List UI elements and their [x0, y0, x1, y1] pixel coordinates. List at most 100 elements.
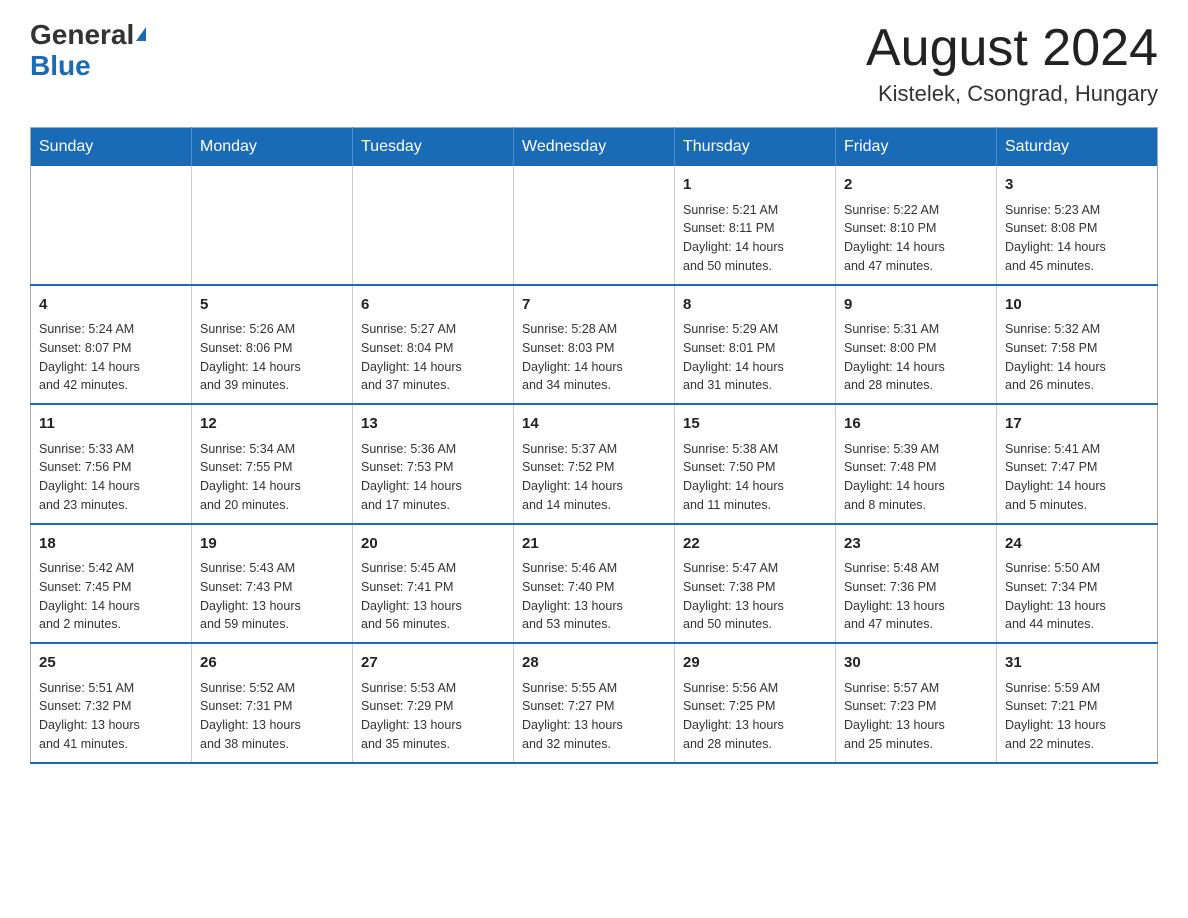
day-number: 22 [683, 533, 827, 556]
logo-text: GeneralBlue [30, 20, 146, 82]
day-info: Sunrise: 5:42 AMSunset: 7:45 PMDaylight:… [39, 559, 183, 634]
weekday-header-friday: Friday [836, 128, 997, 167]
calendar-cell: 9Sunrise: 5:31 AMSunset: 8:00 PMDaylight… [836, 285, 997, 405]
day-info: Sunrise: 5:22 AMSunset: 8:10 PMDaylight:… [844, 201, 988, 276]
calendar-cell: 22 Sunrise: 5:47 AMSunset: 7:38 PMDayligh… [675, 524, 836, 644]
weekday-header-wednesday: Wednesday [514, 128, 675, 167]
day-info: Sunrise: 5:50 AMSunset: 7:34 PMDaylight:… [1005, 559, 1149, 634]
day-number: 10 [1005, 294, 1149, 317]
calendar-cell: 14 Sunrise: 5:37 AMSunset: 7:52 PMDayligh… [514, 404, 675, 524]
calendar-cell: 31Sunrise: 5:59 AMSunset: 7:21 PMDayligh… [997, 643, 1158, 763]
calendar-cell: 19 Sunrise: 5:43 AMSunset: 7:43 PMDayligh… [192, 524, 353, 644]
day-info: Sunrise: 5:52 AMSunset: 7:31 PMDaylight:… [200, 679, 344, 754]
month-title: August 2024 [866, 20, 1158, 77]
day-info: Sunrise: 5:53 AMSunset: 7:29 PMDaylight:… [361, 679, 505, 754]
day-number: 18 [39, 533, 183, 556]
day-number: 30 [844, 652, 988, 675]
calendar-cell [192, 166, 353, 285]
calendar-cell [353, 166, 514, 285]
day-info: Sunrise: 5:24 AMSunset: 8:07 PMDaylight:… [39, 320, 183, 395]
calendar-cell: 28 Sunrise: 5:55 AMSunset: 7:27 PMDayligh… [514, 643, 675, 763]
calendar-week-row: 1 Sunrise: 5:21 AMSunset: 8:11 PMDaylight… [31, 166, 1158, 285]
calendar-cell: 17Sunrise: 5:41 AMSunset: 7:47 PMDayligh… [997, 404, 1158, 524]
calendar-cell: 27 Sunrise: 5:53 AMSunset: 7:29 PMDayligh… [353, 643, 514, 763]
weekday-header-tuesday: Tuesday [353, 128, 514, 167]
day-info: Sunrise: 5:26 AMSunset: 8:06 PMDaylight:… [200, 320, 344, 395]
day-number: 11 [39, 413, 183, 436]
day-info: Sunrise: 5:43 AMSunset: 7:43 PMDaylight:… [200, 559, 344, 634]
calendar-cell: 2 Sunrise: 5:22 AMSunset: 8:10 PMDaylight… [836, 166, 997, 285]
day-info: Sunrise: 5:47 AMSunset: 7:38 PMDaylight:… [683, 559, 827, 634]
day-number: 27 [361, 652, 505, 675]
calendar-table: SundayMondayTuesdayWednesdayThursdayFrid… [30, 127, 1158, 764]
calendar-cell: 10 Sunrise: 5:32 AMSunset: 7:58 PMDayligh… [997, 285, 1158, 405]
calendar-week-row: 25 Sunrise: 5:51 AMSunset: 7:32 PMDayligh… [31, 643, 1158, 763]
weekday-header-saturday: Saturday [997, 128, 1158, 167]
calendar-cell: 3Sunrise: 5:23 AMSunset: 8:08 PMDaylight… [997, 166, 1158, 285]
calendar-cell: 20Sunrise: 5:45 AMSunset: 7:41 PMDayligh… [353, 524, 514, 644]
weekday-header-sunday: Sunday [31, 128, 192, 167]
day-number: 31 [1005, 652, 1149, 675]
day-info: Sunrise: 5:28 AMSunset: 8:03 PMDaylight:… [522, 320, 666, 395]
day-number: 3 [1005, 174, 1149, 197]
day-info: Sunrise: 5:33 AMSunset: 7:56 PMDaylight:… [39, 440, 183, 515]
day-number: 14 [522, 413, 666, 436]
day-number: 13 [361, 413, 505, 436]
calendar-cell: 24 Sunrise: 5:50 AMSunset: 7:34 PMDayligh… [997, 524, 1158, 644]
calendar-cell: 16Sunrise: 5:39 AMSunset: 7:48 PMDayligh… [836, 404, 997, 524]
day-info: Sunrise: 5:34 AMSunset: 7:55 PMDaylight:… [200, 440, 344, 515]
day-info: Sunrise: 5:51 AMSunset: 7:32 PMDaylight:… [39, 679, 183, 754]
calendar-cell: 29 Sunrise: 5:56 AMSunset: 7:25 PMDayligh… [675, 643, 836, 763]
calendar-cell: 7Sunrise: 5:28 AMSunset: 8:03 PMDaylight… [514, 285, 675, 405]
day-number: 1 [683, 174, 827, 197]
day-number: 15 [683, 413, 827, 436]
logo: GeneralBlue [30, 20, 146, 82]
day-number: 24 [1005, 533, 1149, 556]
calendar-cell: 1 Sunrise: 5:21 AMSunset: 8:11 PMDaylight… [675, 166, 836, 285]
calendar-cell: 12 Sunrise: 5:34 AMSunset: 7:55 PMDayligh… [192, 404, 353, 524]
calendar-cell: 11 Sunrise: 5:33 AMSunset: 7:56 PMDayligh… [31, 404, 192, 524]
day-number: 8 [683, 294, 827, 317]
weekday-header-monday: Monday [192, 128, 353, 167]
calendar-cell: 6Sunrise: 5:27 AMSunset: 8:04 PMDaylight… [353, 285, 514, 405]
calendar-cell: 30 Sunrise: 5:57 AMSunset: 7:23 PMDayligh… [836, 643, 997, 763]
day-number: 4 [39, 294, 183, 317]
day-number: 16 [844, 413, 988, 436]
logo-triangle-icon [136, 27, 146, 41]
day-info: Sunrise: 5:31 AMSunset: 8:00 PMDaylight:… [844, 320, 988, 395]
day-number: 21 [522, 533, 666, 556]
calendar-header-row: SundayMondayTuesdayWednesdayThursdayFrid… [31, 128, 1158, 167]
title-section: August 2024 Kistelek, Csongrad, Hungary [866, 20, 1158, 107]
day-info: Sunrise: 5:36 AMSunset: 7:53 PMDaylight:… [361, 440, 505, 515]
day-number: 2 [844, 174, 988, 197]
day-info: Sunrise: 5:38 AMSunset: 7:50 PMDaylight:… [683, 440, 827, 515]
day-number: 28 [522, 652, 666, 675]
day-number: 17 [1005, 413, 1149, 436]
calendar-cell: 5Sunrise: 5:26 AMSunset: 8:06 PMDaylight… [192, 285, 353, 405]
day-number: 25 [39, 652, 183, 675]
day-number: 29 [683, 652, 827, 675]
logo-blue-text: Blue [30, 50, 91, 81]
day-info: Sunrise: 5:32 AMSunset: 7:58 PMDaylight:… [1005, 320, 1149, 395]
calendar-cell: 8 Sunrise: 5:29 AMSunset: 8:01 PMDaylight… [675, 285, 836, 405]
calendar-cell [31, 166, 192, 285]
calendar-cell: 23Sunrise: 5:48 AMSunset: 7:36 PMDayligh… [836, 524, 997, 644]
calendar-cell: 26 Sunrise: 5:52 AMSunset: 7:31 PMDayligh… [192, 643, 353, 763]
day-info: Sunrise: 5:27 AMSunset: 8:04 PMDaylight:… [361, 320, 505, 395]
calendar-cell: 4 Sunrise: 5:24 AMSunset: 8:07 PMDaylight… [31, 285, 192, 405]
day-info: Sunrise: 5:37 AMSunset: 7:52 PMDaylight:… [522, 440, 666, 515]
day-info: Sunrise: 5:46 AMSunset: 7:40 PMDaylight:… [522, 559, 666, 634]
day-number: 12 [200, 413, 344, 436]
day-number: 19 [200, 533, 344, 556]
location: Kistelek, Csongrad, Hungary [866, 81, 1158, 107]
day-info: Sunrise: 5:55 AMSunset: 7:27 PMDaylight:… [522, 679, 666, 754]
day-info: Sunrise: 5:56 AMSunset: 7:25 PMDaylight:… [683, 679, 827, 754]
calendar-cell: 21 Sunrise: 5:46 AMSunset: 7:40 PMDayligh… [514, 524, 675, 644]
day-number: 26 [200, 652, 344, 675]
calendar-cell: 15 Sunrise: 5:38 AMSunset: 7:50 PMDayligh… [675, 404, 836, 524]
calendar-cell: 25 Sunrise: 5:51 AMSunset: 7:32 PMDayligh… [31, 643, 192, 763]
day-info: Sunrise: 5:21 AMSunset: 8:11 PMDaylight:… [683, 201, 827, 276]
day-info: Sunrise: 5:45 AMSunset: 7:41 PMDaylight:… [361, 559, 505, 634]
day-info: Sunrise: 5:57 AMSunset: 7:23 PMDaylight:… [844, 679, 988, 754]
day-info: Sunrise: 5:29 AMSunset: 8:01 PMDaylight:… [683, 320, 827, 395]
